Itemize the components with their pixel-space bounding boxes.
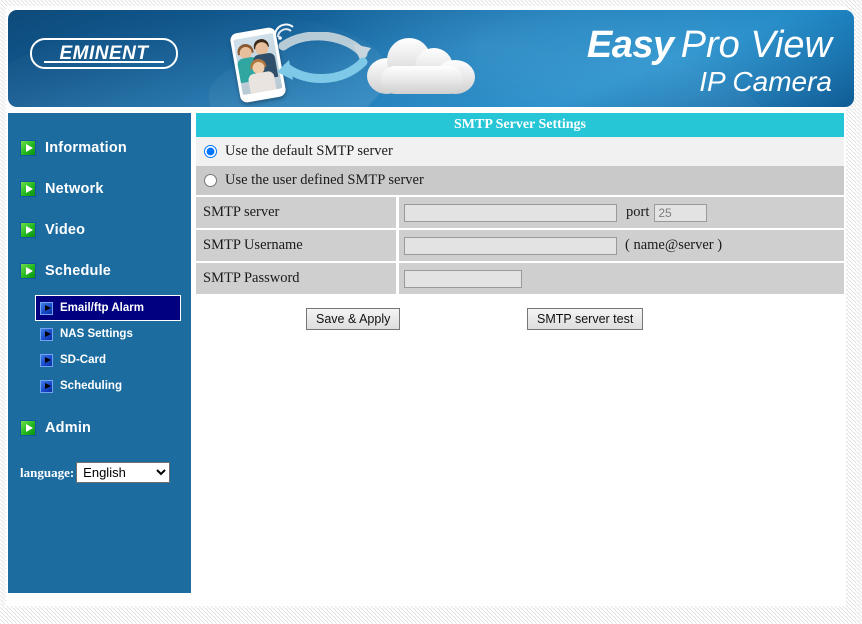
language-selector-row: language: English <box>20 462 171 483</box>
sidebar-item-email-ftp-alarm[interactable]: Email/ftp Alarm <box>35 295 181 321</box>
green-play-icon <box>20 221 36 238</box>
radio-use-default-smtp[interactable] <box>204 145 217 158</box>
blue-play-icon <box>40 379 53 393</box>
save-and-apply-button[interactable]: Save & Apply <box>306 308 401 330</box>
banner-graphic <box>223 18 483 107</box>
radio-label: Use the default SMTP server <box>225 143 393 159</box>
sidebar-subitem-label: NAS Settings <box>60 328 133 340</box>
smtp-port-input[interactable] <box>654 203 708 222</box>
green-play-icon <box>20 180 36 197</box>
sidebar-item-scheduling[interactable]: Scheduling <box>35 373 181 399</box>
page-title: SMTP Server Settings <box>196 113 844 137</box>
brand-easy-text: Easy <box>586 24 674 66</box>
sidebar-item-admin[interactable]: Admin <box>8 407 191 448</box>
smtp-username-hint: ( name@server ) <box>625 237 723 253</box>
sidebar-item-label: Information <box>45 139 127 156</box>
smtp-server-test-button[interactable]: SMTP server test <box>527 308 644 330</box>
cloud-icon <box>363 32 479 96</box>
field-row-smtp-password: SMTP Password <box>196 263 844 294</box>
field-value-cell: ( name@server ) <box>399 230 844 261</box>
sidebar-item-label: Video <box>45 221 86 238</box>
radio-use-user-defined-smtp[interactable] <box>204 174 217 187</box>
sidebar-item-label: Admin <box>45 419 92 436</box>
sidebar-nav: Information Network Video Schedule Email… <box>8 113 191 593</box>
radio-row-user-defined-smtp[interactable]: Use the user defined SMTP server <box>196 166 844 195</box>
form-button-row: Save & Apply SMTP server test <box>196 308 844 332</box>
green-play-icon <box>20 262 36 279</box>
green-play-icon <box>20 139 36 156</box>
arrow-icon <box>277 32 371 83</box>
eminent-logo-underline <box>44 61 164 63</box>
sidebar-item-network[interactable]: Network <box>8 168 191 209</box>
blue-play-icon <box>40 301 53 315</box>
sidebar-subitem-label: Scheduling <box>60 380 122 392</box>
product-brand: Easy Pro View IP Camera <box>587 26 832 96</box>
radio-row-default-smtp[interactable]: Use the default SMTP server <box>196 137 844 166</box>
sidebar-item-label: Schedule <box>45 262 112 279</box>
smtp-username-input[interactable] <box>404 236 617 255</box>
sidebar-item-sd-card[interactable]: SD-Card <box>35 347 181 373</box>
sidebar-subitem-label: Email/ftp Alarm <box>60 302 144 314</box>
radio-label: Use the user defined SMTP server <box>225 172 424 188</box>
sidebar-item-label: Network <box>45 180 104 197</box>
sidebar-subitem-label: SD-Card <box>60 354 107 366</box>
brand-proview-text: Pro View <box>680 24 832 66</box>
sidebar-item-schedule[interactable]: Schedule <box>8 250 191 291</box>
field-value-cell <box>399 263 844 294</box>
sidebar-item-video[interactable]: Video <box>8 209 191 250</box>
field-row-smtp-username: SMTP Username ( name@server ) <box>196 230 844 261</box>
field-label: SMTP Password <box>196 263 396 294</box>
content-panel: SMTP Server Settings Use the default SMT… <box>196 113 844 605</box>
sidebar-item-nas-settings[interactable]: NAS Settings <box>35 321 181 347</box>
field-value-cell: port <box>399 197 844 228</box>
language-select[interactable]: English <box>76 462 171 483</box>
field-label: SMTP server <box>196 197 396 228</box>
eminent-logo: EMINENT <box>30 38 178 69</box>
smtp-server-input[interactable] <box>404 203 617 222</box>
field-row-smtp-server: SMTP server port <box>196 197 844 228</box>
sidebar-item-information[interactable]: Information <box>8 127 191 168</box>
brand-subtitle: IP Camera <box>699 66 832 97</box>
site-banner: EMINENT Easy Pro View IP Camera <box>8 10 854 107</box>
blue-play-icon <box>40 327 53 341</box>
field-label: SMTP Username <box>196 230 396 261</box>
port-label: port <box>626 204 650 220</box>
smtp-password-input[interactable] <box>404 269 522 288</box>
language-label: language: <box>20 464 75 480</box>
green-play-icon <box>20 419 36 436</box>
blue-play-icon <box>40 353 53 367</box>
